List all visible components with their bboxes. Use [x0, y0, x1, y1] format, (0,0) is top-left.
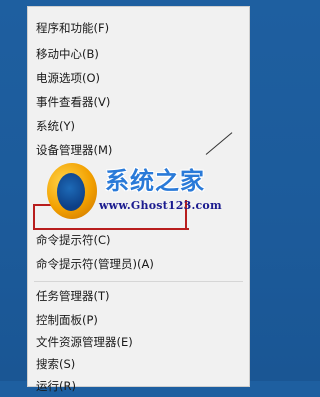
- menu-item-control-panel[interactable]: 控制面板(P): [28, 309, 249, 331]
- watermark-url: www.Ghost123.com: [99, 199, 222, 212]
- menu-item-command-prompt[interactable]: 命令提示符(C): [28, 229, 249, 251]
- menu-item-system[interactable]: 系统(Y): [28, 115, 249, 137]
- menu-separator: [34, 281, 243, 282]
- menu-item-power-options[interactable]: 电源选项(O): [28, 67, 249, 89]
- menu-item-file-explorer[interactable]: 文件资源管理器(E): [28, 331, 249, 353]
- menu-item-run[interactable]: 运行(R): [28, 375, 249, 397]
- watermark-logo: 系统之家 www.Ghost123.com: [47, 161, 223, 221]
- menu-item-event-viewer[interactable]: 事件查看器(V): [28, 91, 249, 113]
- menu-item-mobility-center[interactable]: 移动中心(B): [28, 43, 249, 65]
- menu-item-device-manager[interactable]: 设备管理器(M): [28, 139, 249, 161]
- watermark-title: 系统之家: [105, 166, 205, 195]
- menu-item-command-prompt-admin[interactable]: 命令提示符(管理员)(A): [28, 253, 249, 275]
- watermark-emblem-icon: [47, 163, 97, 219]
- menu-item-programs-and-features[interactable]: 程序和功能(F): [28, 17, 249, 39]
- menu-item-search[interactable]: 搜索(S): [28, 353, 249, 375]
- menu-item-task-manager[interactable]: 任务管理器(T): [28, 285, 249, 307]
